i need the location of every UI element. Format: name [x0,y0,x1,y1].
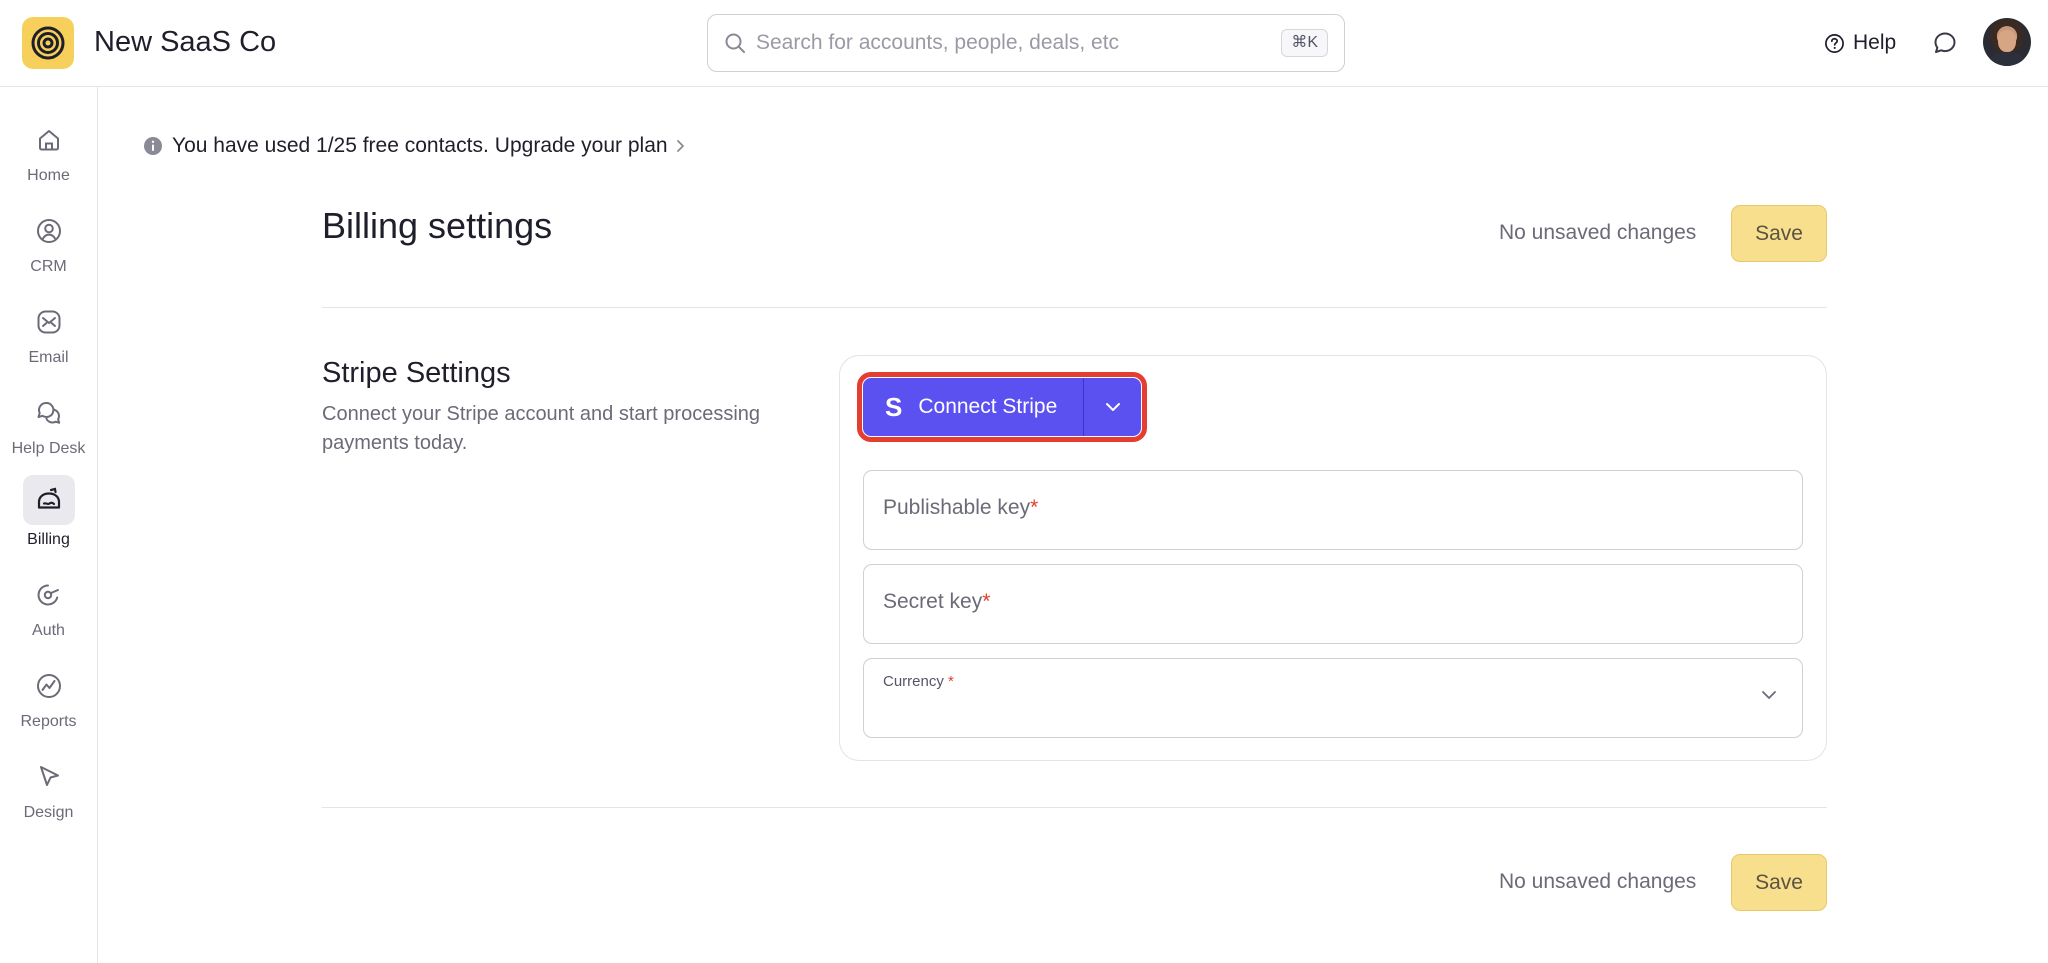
chat-bubbles-icon [37,402,60,424]
currency-label: Currency * [883,673,954,690]
currency-select[interactable]: Currency * [863,658,1803,738]
secret-key-input[interactable] [882,585,1782,625]
required-asterisk: * [948,673,954,690]
mail-icon [37,310,60,334]
sidebar-item-label: CRM [30,258,67,275]
home-icon [38,130,59,151]
key-icon [37,584,59,606]
section-title: Stripe Settings [322,357,511,389]
sidebar-item-label: Design [23,804,74,821]
chart-line-icon [36,674,61,698]
section-description: Connect your Stripe account and start pr… [322,403,761,454]
nav-icon-wrap [23,752,75,802]
currency-label-text: Currency [883,673,944,690]
publishable-key-field[interactable]: Publishable key* [863,470,1803,550]
sidebar-item-help-desk[interactable]: Help Desk [0,388,97,468]
sidebar: Home CRM Email Help Desk Billing Auth Re… [0,87,98,963]
info-icon [144,137,162,155]
question-circle-icon [1825,33,1844,53]
avatar-shirt [1989,52,2025,66]
sidebar-item-label: Email [28,349,69,366]
page-title: Billing settings [322,205,553,246]
sidebar-item-label: Help Desk [11,440,86,457]
chat-bubble-icon [1934,32,1956,53]
nav-icon-wrap [23,206,75,256]
spiral-logo-icon [31,26,65,60]
search-input[interactable] [756,25,1276,61]
save-button[interactable]: Save [1731,205,1827,262]
sidebar-item-billing[interactable]: Billing [0,475,97,555]
sidebar-item-label: Billing [27,531,70,548]
sidebar-item-auth[interactable]: Auth [0,570,97,650]
user-avatar[interactable] [1983,18,2031,66]
usage-banner: You have used 1/25 free contacts. Upgrad… [143,131,686,161]
global-search[interactable]: ⌘K [707,14,1345,72]
nav-icon-wrap [23,388,75,438]
section-divider [322,807,1827,808]
connect-stripe-button[interactable]: S Connect Stripe [863,378,1084,436]
nav-icon-wrap [23,570,75,620]
unsaved-status: No unsaved changes [1499,221,1697,244]
chevron-right-icon [676,140,684,152]
app-logo[interactable] [22,17,74,69]
section-divider [322,307,1827,308]
app-title: New SaaS Co [94,26,277,58]
cursor-icon [39,766,59,786]
nav-icon-wrap [22,475,75,525]
sidebar-item-email[interactable]: Email [0,297,97,377]
sidebar-item-crm[interactable]: CRM [0,206,97,286]
nav-icon-wrap [23,115,75,165]
sidebar-item-design[interactable]: Design [0,752,97,832]
help-button[interactable]: Help [1824,26,1896,60]
publishable-key-input[interactable] [882,491,1782,531]
connect-stripe-dropdown-button[interactable] [1084,378,1141,436]
nav-icon-wrap [23,661,75,711]
chevron-down-icon [1105,403,1120,411]
sidebar-item-label: Home [27,167,70,184]
avatar-face [1998,30,2016,52]
sidebar-item-label: Reports [20,713,77,730]
billing-icon [37,487,60,509]
sidebar-item-reports[interactable]: Reports [0,661,97,741]
search-icon [725,33,745,53]
chevron-down-icon [1762,691,1776,699]
top-bar: New SaaS Co ⌘K Help [0,0,2048,87]
person-circle-icon [36,219,61,243]
connect-stripe-label: Connect Stripe [918,395,1058,418]
secret-key-field[interactable]: Secret key* [863,564,1803,644]
footer-save-button[interactable]: Save [1731,854,1827,911]
messages-button[interactable] [1930,28,1960,58]
upgrade-plan-link[interactable]: Upgrade your plan [495,134,668,158]
sidebar-item-home[interactable]: Home [0,115,97,195]
sidebar-item-label: Auth [32,622,65,639]
nav-icon-wrap [23,297,75,347]
search-shortcut-badge: ⌘K [1281,29,1328,57]
help-label: Help [1853,31,1897,54]
stripe-s-icon: S [885,391,903,422]
usage-text: You have used 1/25 free contacts. [172,134,489,157]
footer-unsaved-status: No unsaved changes [1499,870,1697,893]
